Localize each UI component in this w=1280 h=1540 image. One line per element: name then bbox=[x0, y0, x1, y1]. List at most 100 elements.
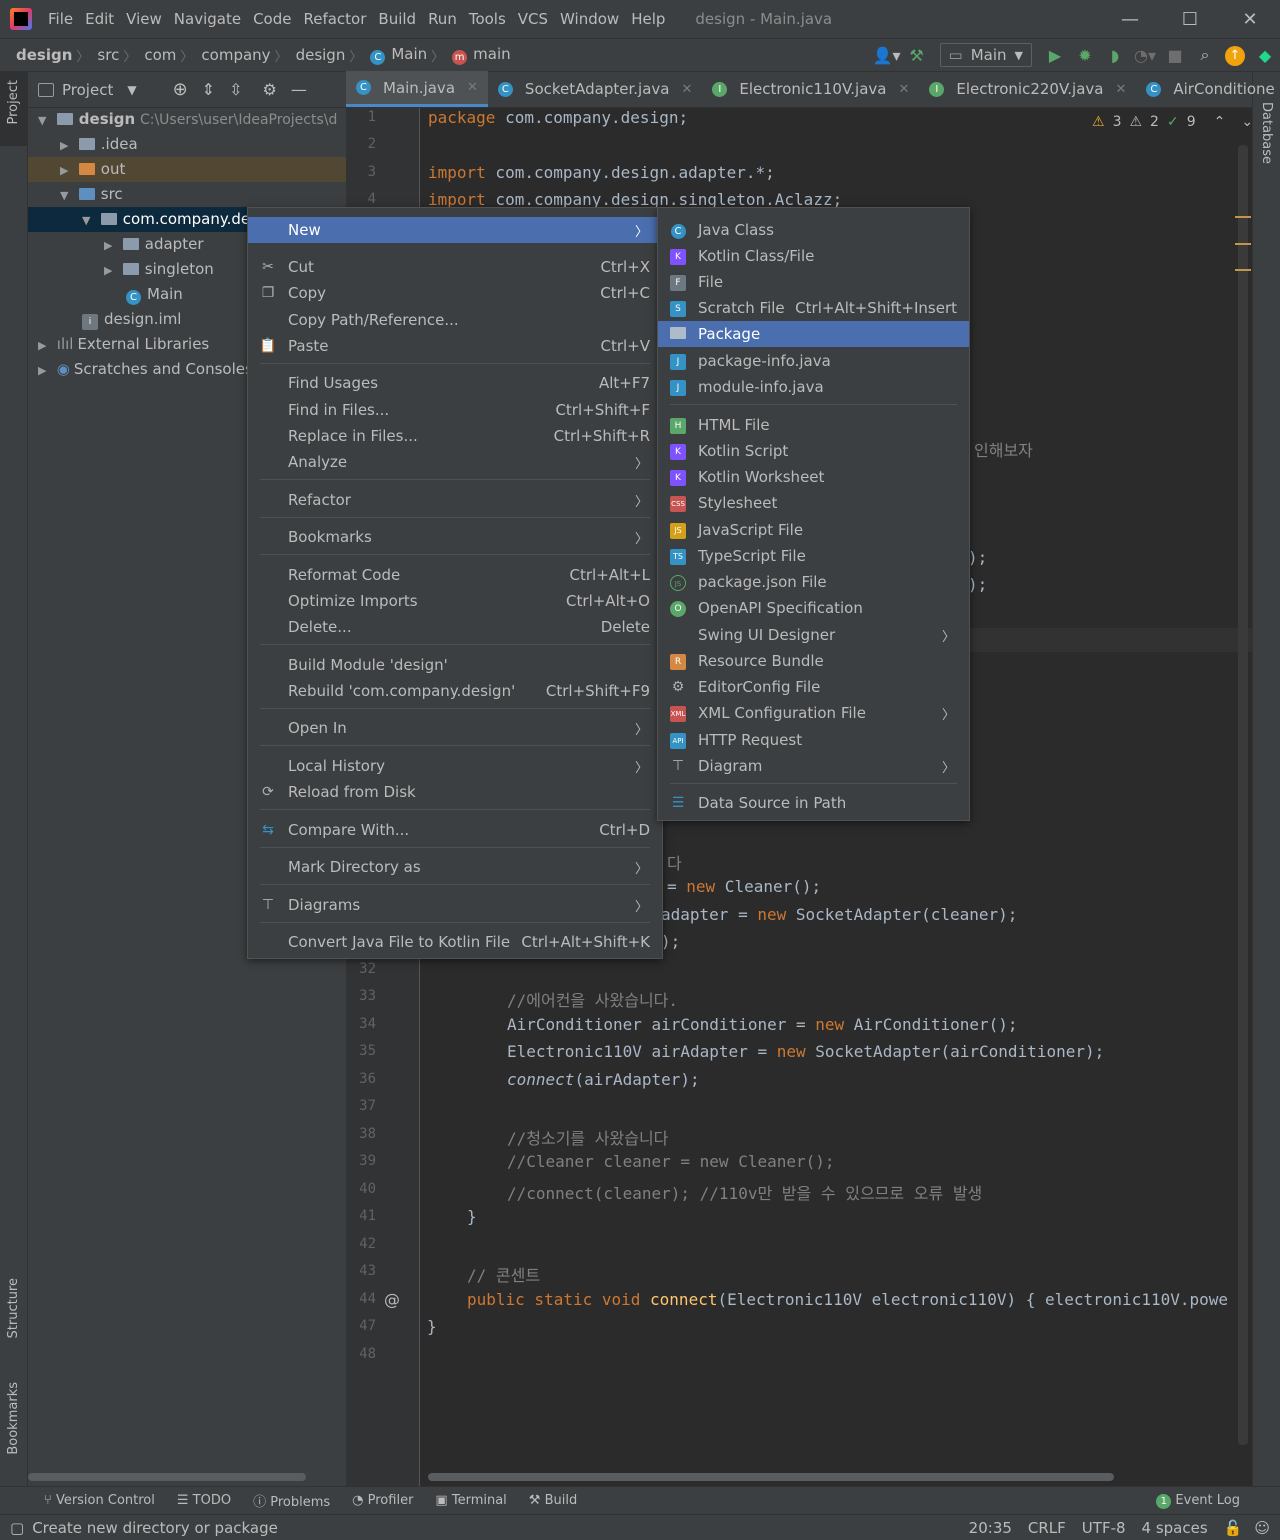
menu-item-mark-directory-as[interactable]: Mark Directory as 〉 bbox=[248, 854, 662, 880]
code-line-35[interactable]: Electronic110V airAdapter = new SocketAd… bbox=[507, 1042, 1104, 1061]
stop-icon[interactable]: ■ bbox=[1160, 46, 1190, 65]
vertical-scrollbar[interactable] bbox=[1238, 145, 1248, 1445]
update-icon[interactable]: ↑ bbox=[1220, 44, 1250, 66]
code-line-36[interactable]: connect(airAdapter); bbox=[507, 1070, 700, 1089]
new-item-kotlin-class[interactable]: K Kotlin Class/File bbox=[658, 243, 969, 269]
menu-item-open-in[interactable]: Open In 〉 bbox=[248, 715, 662, 741]
menu-item-reformat-code[interactable]: Reformat Code Ctrl+Alt+L bbox=[248, 562, 662, 588]
close-icon[interactable]: ✕ bbox=[1115, 82, 1126, 97]
new-item-kotlin-worksheet[interactable]: K Kotlin Worksheet bbox=[658, 464, 969, 490]
tab-airconditioner-java[interactable]: C AirConditione bbox=[1136, 71, 1280, 107]
menu-navigate[interactable]: Navigate bbox=[170, 0, 249, 38]
hide-icon[interactable]: — bbox=[291, 80, 307, 99]
indent-setting[interactable]: 4 spaces bbox=[1134, 1519, 1216, 1537]
new-item-typescript-file[interactable]: TS TypeScript File bbox=[658, 543, 969, 569]
breadcrumb-main-class[interactable]: C Main bbox=[362, 45, 431, 65]
inspector-icon[interactable]: ☺ bbox=[1250, 1519, 1280, 1537]
override-at-icon[interactable]: @ bbox=[384, 1290, 400, 1309]
event-log-button[interactable]: 1 Event Log bbox=[1146, 1493, 1280, 1509]
new-item-package-info[interactable]: Jpackage-info.java bbox=[658, 348, 969, 374]
menu-run[interactable]: Run bbox=[424, 0, 465, 38]
add-user-icon[interactable]: 👤▾ bbox=[872, 46, 902, 65]
minimize-icon[interactable]: — bbox=[1100, 9, 1160, 30]
menu-item-replace-in-files[interactable]: Replace in Files... Ctrl+Shift+R bbox=[248, 423, 662, 449]
status-toggle-icon[interactable]: ▢ bbox=[0, 1519, 32, 1537]
new-item-xml-configuration[interactable]: XML XML Configuration File 〉 bbox=[658, 700, 969, 726]
inspections-widget[interactable]: ⚠ 3 ⚠ 2 ✓ 9 ⌃ ⌄ bbox=[1092, 114, 1253, 130]
menu-item-compare-with[interactable]: ⇆ Compare With... Ctrl+D bbox=[248, 817, 662, 843]
new-item-stylesheet[interactable]: CSS Stylesheet bbox=[658, 490, 969, 516]
menu-item-reload-from-disk[interactable]: ⟳ Reload from Disk bbox=[248, 779, 662, 805]
menu-item-build-module[interactable]: Build Module 'design' bbox=[248, 652, 662, 678]
close-icon[interactable]: ✕ bbox=[1220, 9, 1280, 30]
new-item-swing-ui-designer[interactable]: Swing UI Designer 〉 bbox=[658, 622, 969, 648]
terminal-button[interactable]: ▣ Terminal bbox=[425, 1493, 518, 1508]
menu-code[interactable]: Code bbox=[249, 0, 299, 38]
run-configuration-select[interactable]: ▭ Main ▼ bbox=[939, 43, 1032, 67]
error-stripe-mark[interactable] bbox=[1235, 216, 1251, 218]
menu-item-bookmarks[interactable]: Bookmarks 〉 bbox=[248, 524, 662, 550]
line-separator[interactable]: CRLF bbox=[1020, 1519, 1074, 1537]
jetbrains-toolbox-icon[interactable]: ◆ bbox=[1250, 46, 1280, 65]
menu-item-delete[interactable]: Delete... Delete bbox=[248, 614, 662, 640]
breadcrumb-com[interactable]: com bbox=[136, 46, 180, 64]
locate-icon[interactable]: ⊕ bbox=[173, 79, 188, 100]
problems-button[interactable]: ⓘ Problems bbox=[243, 1491, 342, 1510]
database-tool-button[interactable]: Database bbox=[1259, 102, 1274, 164]
tab-electronic110v-java[interactable]: I Electronic110V.java ✕ bbox=[702, 71, 919, 107]
tab-socketadapter-java[interactable]: C SocketAdapter.java ✕ bbox=[488, 71, 702, 107]
code-line-43[interactable]: // 콘센트 bbox=[467, 1262, 540, 1286]
search-icon[interactable]: ⌕ bbox=[1190, 45, 1220, 65]
menu-item-new[interactable]: New 〉 bbox=[248, 217, 662, 243]
gear-icon[interactable]: ⚙ bbox=[262, 80, 276, 99]
tab-electronic220v-java[interactable]: I Electronic220V.java ✕ bbox=[919, 71, 1136, 107]
new-item-resource-bundle[interactable]: R Resource Bundle bbox=[658, 648, 969, 674]
menu-item-convert-to-kotlin[interactable]: Convert Java File to Kotlin File Ctrl+Alt… bbox=[248, 929, 662, 955]
tree-item-idea[interactable]: ▶ .idea bbox=[28, 132, 346, 157]
version-control-button[interactable]: ⑂ Version Control bbox=[0, 1493, 167, 1508]
build-button[interactable]: ⚒ Build bbox=[519, 1493, 589, 1508]
menu-item-find-in-files[interactable]: Find in Files... Ctrl+Shift+F bbox=[248, 397, 662, 423]
menu-vcs[interactable]: VCS bbox=[514, 0, 556, 38]
menu-item-analyze[interactable]: Analyze 〉 bbox=[248, 449, 662, 475]
previous-highlight-icon[interactable]: ⌃ bbox=[1214, 114, 1226, 130]
menu-item-paste[interactable]: 📋 Paste Ctrl+V bbox=[248, 333, 662, 359]
menu-item-optimize-imports[interactable]: Optimize Imports Ctrl+Alt+O bbox=[248, 588, 662, 614]
code-line-39[interactable]: //Cleaner cleaner = new Cleaner(); bbox=[507, 1152, 835, 1171]
menu-refactor[interactable]: Refactor bbox=[299, 0, 374, 38]
horizontal-scrollbar[interactable] bbox=[28, 1473, 306, 1481]
new-item-html-file[interactable]: H HTML File bbox=[658, 412, 969, 438]
menu-item-find-usages[interactable]: Find Usages Alt+F7 bbox=[248, 370, 662, 396]
debug-icon[interactable]: ✹ bbox=[1070, 46, 1100, 65]
menu-item-cut[interactable]: ✂ Cut Ctrl+X bbox=[248, 254, 662, 280]
close-icon[interactable]: ✕ bbox=[681, 82, 692, 97]
menu-edit[interactable]: Edit bbox=[81, 0, 122, 38]
menu-item-refactor[interactable]: Refactor 〉 bbox=[248, 487, 662, 513]
build-hammer-icon[interactable]: ⚒ bbox=[902, 46, 932, 65]
breadcrumb-src[interactable]: src bbox=[89, 46, 123, 64]
code-line-41[interactable]: } bbox=[467, 1207, 477, 1226]
unlock-icon[interactable]: 🔓 bbox=[1216, 1519, 1251, 1537]
chevron-down-icon[interactable]: ▼ bbox=[127, 83, 136, 97]
code-line-1[interactable]: package com.company.design; bbox=[428, 108, 688, 127]
menu-window[interactable]: Window bbox=[556, 0, 627, 38]
tree-item-design[interactable]: ▼ design C:\Users\user\IdeaProjects\d bbox=[28, 107, 346, 132]
new-item-http-request[interactable]: API HTTP Request bbox=[658, 727, 969, 753]
caret-position[interactable]: 20:35 bbox=[961, 1519, 1020, 1537]
breadcrumb-design[interactable]: design bbox=[0, 46, 76, 64]
code-line-38[interactable]: //청소기를 사왔습니다 bbox=[507, 1125, 668, 1149]
new-item-scratch-file[interactable]: S Scratch File Ctrl+Alt+Shift+Insert bbox=[658, 295, 969, 321]
tree-item-src[interactable]: ▼ src bbox=[28, 182, 346, 207]
code-line-3[interactable]: import com.company.design.adapter.*; bbox=[428, 163, 775, 182]
new-item-java-class[interactable]: C Java Class bbox=[658, 217, 969, 243]
new-item-editorconfig[interactable]: ⚙ EditorConfig File bbox=[658, 674, 969, 700]
menu-item-copy[interactable]: ❐ Copy Ctrl+C bbox=[248, 280, 662, 306]
maximize-icon[interactable]: ☐ bbox=[1160, 9, 1220, 30]
code-line-47[interactable]: } bbox=[427, 1317, 437, 1336]
tree-item-out[interactable]: ▶ out bbox=[28, 157, 346, 182]
new-item-javascript-file[interactable]: JS JavaScript File bbox=[658, 517, 969, 543]
close-icon[interactable]: ✕ bbox=[467, 80, 478, 95]
new-item-package[interactable]: Package bbox=[658, 321, 969, 347]
bookmarks-tool-button[interactable]: Bookmarks bbox=[6, 1382, 21, 1455]
breadcrumb-main-method[interactable]: m main bbox=[444, 45, 514, 65]
